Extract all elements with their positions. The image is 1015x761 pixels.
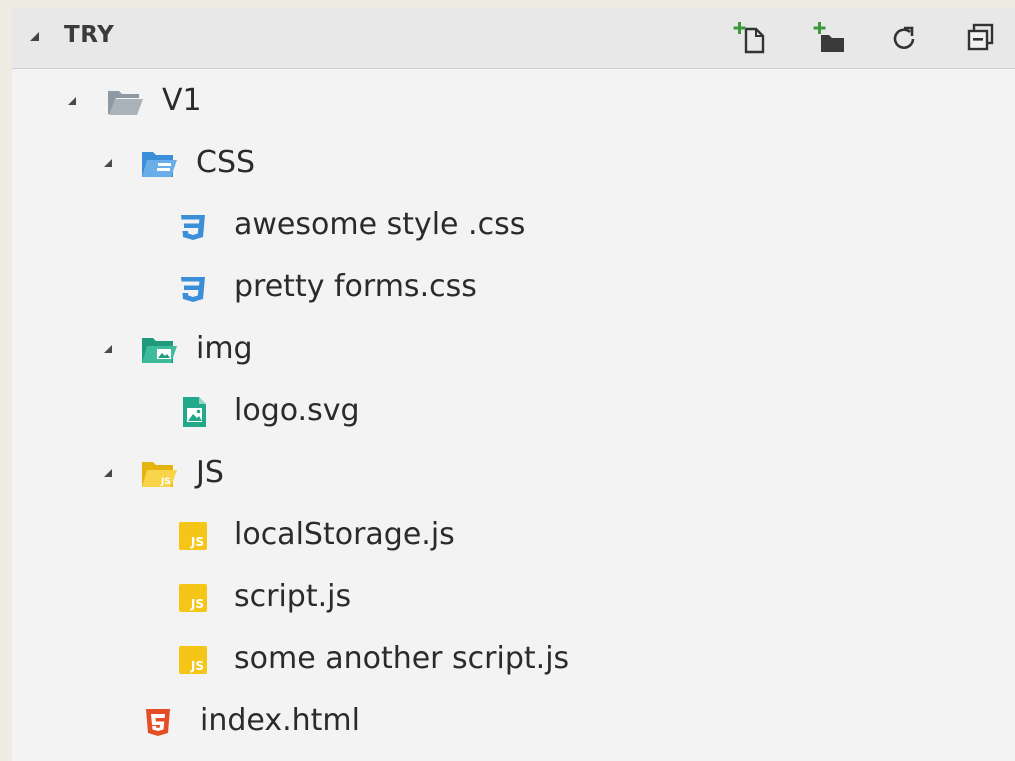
explorer-section-header[interactable]: TRY — [12, 8, 1015, 69]
html5-file-icon — [146, 709, 170, 736]
tree-file-localstorage-js[interactable]: JS localStorage.js — [12, 506, 1015, 568]
collapse-all-icon — [967, 23, 994, 51]
tree-file-pretty-forms-css[interactable]: pretty forms.css — [12, 258, 1015, 320]
expand-chevron-icon[interactable] — [104, 345, 112, 353]
tree-item-label: V1 — [162, 83, 202, 118]
image-file-icon — [183, 397, 206, 427]
tree-item-label: script.js — [234, 579, 352, 614]
js-file-icon: JS — [179, 522, 207, 550]
svg-text:JS: JS — [160, 477, 171, 487]
section-collapse-chevron-icon[interactable] — [30, 32, 39, 41]
tree-folder-css[interactable]: CSS — [12, 134, 1015, 196]
new-file-button[interactable] — [730, 16, 770, 60]
tree-file-some-another-script-js[interactable]: JS some another script.js — [12, 630, 1015, 692]
refresh-button[interactable] — [884, 16, 924, 60]
tree-item-label: logo.svg — [234, 393, 360, 428]
tree-file-index-html[interactable]: index.html — [12, 692, 1015, 754]
tree-item-label: img — [196, 331, 253, 366]
expand-chevron-icon[interactable] — [104, 159, 112, 167]
tree-item-label: pretty forms.css — [234, 269, 477, 304]
tree-item-label: localStorage.js — [234, 517, 455, 552]
css-folder-icon — [142, 152, 177, 177]
image-folder-icon — [142, 338, 177, 363]
css3-file-icon — [181, 277, 205, 302]
explorer-panel: TRY V1 CSS awesome style .css pretty for… — [12, 8, 1015, 761]
tree-file-awesome-style-css[interactable]: awesome style .css — [12, 196, 1015, 258]
folder-open-icon — [108, 91, 143, 115]
css3-file-icon — [181, 215, 205, 240]
js-file-icon: JS — [179, 646, 207, 674]
tree-folder-js[interactable]: JS JS — [12, 444, 1015, 506]
new-file-icon — [733, 22, 765, 54]
tree-file-logo-svg[interactable]: logo.svg — [12, 382, 1015, 444]
js-folder-icon: JS — [142, 462, 177, 487]
tree-item-label: index.html — [200, 703, 360, 738]
new-folder-button[interactable] — [810, 16, 850, 60]
collapse-all-button[interactable] — [961, 16, 1001, 60]
expand-chevron-icon[interactable] — [104, 469, 112, 477]
expand-chevron-icon[interactable] — [68, 97, 76, 105]
refresh-icon — [893, 26, 915, 49]
tree-folder-img[interactable]: img — [12, 320, 1015, 382]
tree-file-script-js[interactable]: JS script.js — [12, 568, 1015, 630]
tree-folder-v1[interactable]: V1 — [12, 72, 1015, 134]
tree-item-label: some another script.js — [234, 641, 570, 676]
tree-item-label: CSS — [196, 145, 256, 180]
js-file-icon: JS — [179, 584, 207, 612]
tree-item-label: JS — [196, 455, 224, 490]
section-title: TRY — [64, 22, 115, 48]
tree-item-label: awesome style .css — [234, 207, 526, 242]
new-folder-icon — [813, 22, 844, 52]
